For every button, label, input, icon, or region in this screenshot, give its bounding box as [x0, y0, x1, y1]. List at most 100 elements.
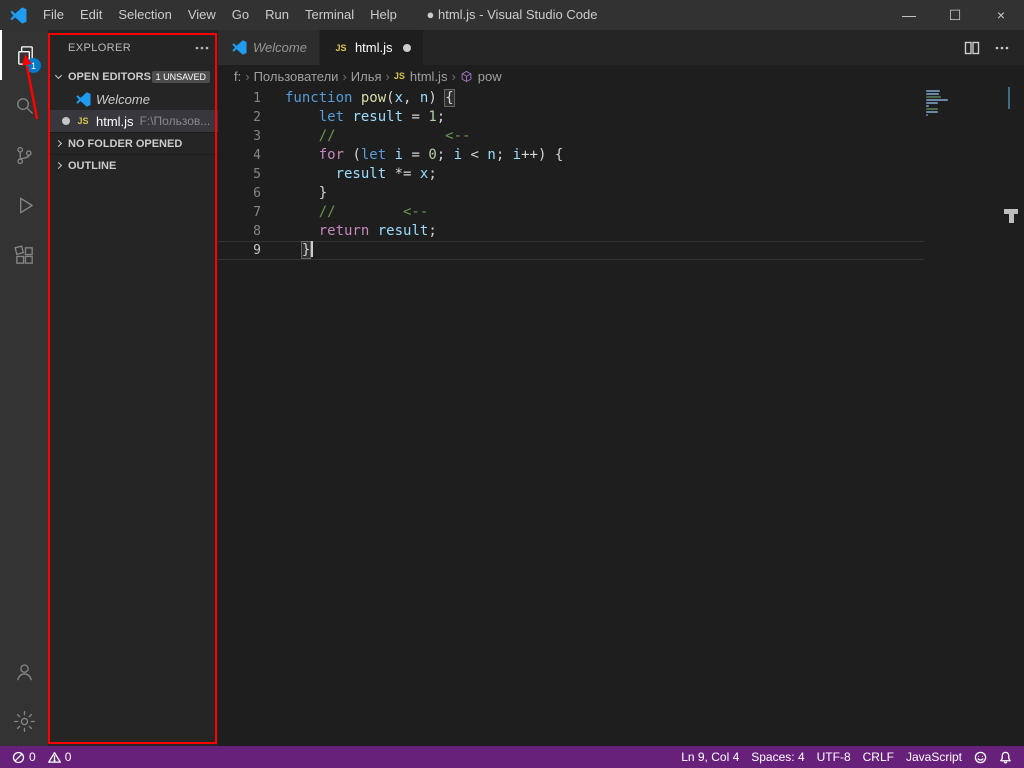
open-editors-header[interactable]: OPEN EDITORS 1 UNSAVED: [48, 66, 218, 88]
status-errors[interactable]: 0: [6, 746, 42, 768]
status-language-mode[interactable]: JavaScript: [900, 746, 968, 768]
breadcrumb-label: pow: [478, 69, 502, 84]
status-text: 0: [65, 750, 72, 764]
activitybar-source-control[interactable]: [0, 130, 48, 180]
editor-group: WelcomeJShtml.js f:›Пользователи›Илья›JS…: [218, 30, 1024, 746]
status-text: Spaces: 4: [751, 750, 804, 764]
breadcrumb-label: html.js: [410, 69, 448, 84]
open-editors-label: OPEN EDITORS: [68, 71, 151, 83]
breadcrumb-label: f:: [234, 69, 241, 84]
menu-help[interactable]: Help: [362, 0, 405, 30]
breadcrumb-item[interactable]: Пользователи: [254, 69, 339, 84]
code-line-9[interactable]: 9 }: [218, 241, 924, 260]
minimap-line: [926, 93, 939, 95]
minimap[interactable]: [926, 90, 950, 117]
source-control-icon: [13, 144, 36, 167]
maximize-button[interactable]: ☐: [932, 0, 978, 30]
code-line-3[interactable]: 3 // <--: [218, 127, 1024, 146]
account-icon: [13, 660, 36, 683]
code-line-5[interactable]: 5 result *= x;: [218, 165, 1024, 184]
code-line-1[interactable]: 1function pow(x, n) {: [218, 89, 1024, 108]
breadcrumb-item[interactable]: JS html.js: [394, 69, 448, 84]
code-text: // <--: [285, 203, 428, 222]
line-number: 8: [218, 222, 285, 241]
code-editor[interactable]: 1function pow(x, n) {2 let result = 1;3 …: [218, 87, 1024, 746]
workbench: 1 EXPLORER OPEN EDITORS 1 UNSAVED Welcom…: [0, 30, 1024, 746]
chevron-right-icon: [55, 162, 62, 169]
activity-bar-top: 1: [0, 30, 48, 280]
menu-file[interactable]: File: [35, 0, 72, 30]
overview-ruler-marker: [1008, 87, 1010, 109]
sidebar-title: EXPLORER: [68, 42, 131, 54]
section-no-folder-opened[interactable]: NO FOLDER OPENED: [48, 132, 218, 154]
ellipsis-icon[interactable]: [194, 40, 210, 56]
menu-selection[interactable]: Selection: [110, 0, 179, 30]
code-line-4[interactable]: 4 for (let i = 0; i < n; i++) {: [218, 146, 1024, 165]
open-editor-html-js[interactable]: JShtml.jsF:\Пользов...: [48, 110, 218, 132]
activitybar-search[interactable]: [0, 80, 48, 130]
tab-label: Welcome: [253, 40, 307, 55]
tab-html-js[interactable]: JShtml.js: [320, 30, 424, 65]
tab-welcome[interactable]: Welcome: [218, 30, 320, 65]
line-number: 3: [218, 127, 285, 146]
chevron-right-icon: ›: [342, 69, 346, 84]
minimize-button[interactable]: —: [886, 0, 932, 30]
menu-go[interactable]: Go: [224, 0, 257, 30]
minimap-line: [926, 90, 940, 92]
line-number: 4: [218, 146, 285, 165]
line-number: 5: [218, 165, 285, 184]
code-lines: 1function pow(x, n) {2 let result = 1;3 …: [218, 89, 1024, 260]
code-text: }: [285, 241, 313, 260]
breadcrumb-item[interactable]: pow: [460, 69, 502, 84]
code-line-7[interactable]: 7 // <--: [218, 203, 1024, 222]
minimap-line: [926, 111, 938, 113]
menu-terminal[interactable]: Terminal: [297, 0, 362, 30]
window-controls: — ☐ ×: [886, 0, 1024, 30]
code-line-2[interactable]: 2 let result = 1;: [218, 108, 1024, 127]
js-file-icon: JS: [74, 116, 92, 126]
activitybar-account[interactable]: [0, 646, 48, 696]
vscode-welcome-icon: [230, 40, 248, 55]
menu-view[interactable]: View: [180, 0, 224, 30]
section-outline[interactable]: OUTLINE: [48, 154, 218, 176]
modified-dot: [403, 44, 411, 52]
chevron-right-icon: ›: [386, 69, 390, 84]
menubar: FileEditSelectionViewGoRunTerminalHelp: [35, 0, 405, 30]
split-editor-icon[interactable]: [964, 40, 980, 56]
activitybar-settings[interactable]: [0, 696, 48, 746]
activitybar-extensions[interactable]: [0, 230, 48, 280]
status-eol[interactable]: CRLF: [857, 746, 900, 768]
status-text: Ln 9, Col 4: [681, 750, 739, 764]
section-label: NO FOLDER OPENED: [68, 138, 182, 150]
status-indentation[interactable]: Spaces: 4: [745, 746, 810, 768]
scrollbar-marker: [1004, 209, 1020, 225]
activitybar-explorer[interactable]: 1: [0, 30, 48, 80]
line-number: 2: [218, 108, 285, 127]
minimap-line: [926, 96, 941, 98]
status-bar: 0 0 Ln 9, Col 4 Spaces: 4 UTF-8CRLFJavaScri…: [0, 746, 1024, 768]
code-line-8[interactable]: 8 return result;: [218, 222, 1024, 241]
status-bar-right: Ln 9, Col 4 Spaces: 4 UTF-8CRLFJavaScript: [675, 746, 1018, 768]
status-warnings[interactable]: 0: [42, 746, 78, 768]
js-file-icon: JS: [394, 71, 405, 81]
code-line-6[interactable]: 6 }: [218, 184, 1024, 203]
close-button[interactable]: ×: [978, 0, 1024, 30]
text-cursor: [311, 241, 313, 257]
menu-edit[interactable]: Edit: [72, 0, 110, 30]
status-encoding[interactable]: UTF-8: [811, 746, 857, 768]
activitybar-run-debug[interactable]: [0, 180, 48, 230]
status-notifications[interactable]: [993, 746, 1018, 768]
breadcrumb-item[interactable]: Илья: [351, 69, 382, 84]
activity-bar: 1: [0, 30, 48, 746]
status-cursor-position[interactable]: Ln 9, Col 4: [675, 746, 745, 768]
menu-run[interactable]: Run: [257, 0, 297, 30]
search-icon: [13, 94, 36, 117]
open-editor-welcome[interactable]: Welcome: [48, 88, 218, 110]
ellipsis-icon[interactable]: [994, 40, 1010, 56]
status-feedback[interactable]: [968, 746, 993, 768]
chevron-down-icon: [55, 72, 62, 79]
breadcrumb-item[interactable]: f:: [234, 69, 241, 84]
line-number: 1: [218, 89, 285, 108]
activity-badge: 1: [26, 58, 41, 73]
titlebar: FileEditSelectionViewGoRunTerminalHelp ●…: [0, 0, 1024, 30]
